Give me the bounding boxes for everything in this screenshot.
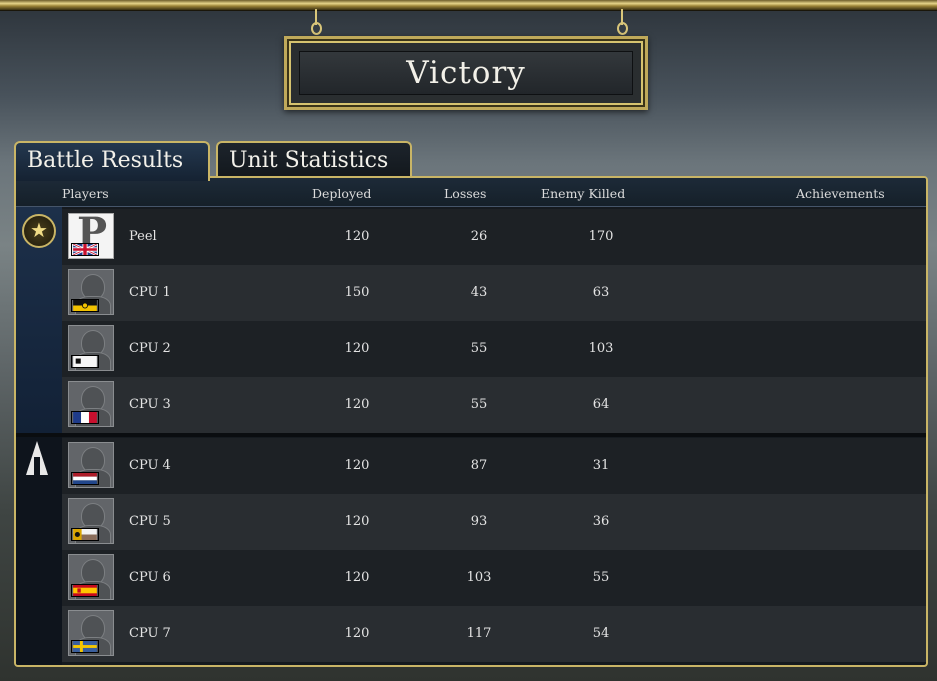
russia-flag-icon xyxy=(71,528,99,541)
player-name: CPU 3 xyxy=(129,397,171,412)
star-emblem-icon: ★ xyxy=(22,214,56,248)
tab-battle-results[interactable]: Battle Results xyxy=(14,141,210,181)
deployed-value: 120 xyxy=(344,341,370,356)
player-avatar xyxy=(68,554,114,600)
banner-hook-right xyxy=(616,9,628,37)
header-players: Players xyxy=(62,186,109,201)
enemy-killed-value: 55 xyxy=(592,570,610,585)
top-rail xyxy=(0,0,937,11)
player-name: Peel xyxy=(129,229,157,244)
player-row-cpu-1[interactable]: CPU 1 150 43 63 xyxy=(62,265,926,321)
team-separator xyxy=(16,433,926,437)
france-flag-icon xyxy=(71,411,99,424)
enemy-killed-value: 103 xyxy=(588,341,614,356)
enemy-killed-value: 63 xyxy=(592,285,610,300)
enemy-killed-value: 31 xyxy=(592,458,610,473)
header-losses: Losses xyxy=(444,186,487,201)
prussia-flag-icon xyxy=(71,355,99,368)
losses-value: 93 xyxy=(470,514,488,529)
losses-value: 103 xyxy=(466,570,492,585)
deployed-value: 120 xyxy=(344,626,370,641)
losses-value: 26 xyxy=(470,229,488,244)
spain-flag-icon xyxy=(71,584,99,597)
enemy-killed-value: 64 xyxy=(592,397,610,412)
enemy-killed-value: 54 xyxy=(592,626,610,641)
player-avatar xyxy=(68,325,114,371)
player-avatar xyxy=(68,269,114,315)
player-avatar xyxy=(68,498,114,544)
player-name: CPU 4 xyxy=(129,458,171,473)
deployed-value: 120 xyxy=(344,397,370,412)
sweden-flag-icon xyxy=(71,640,99,653)
table-header: Players Deployed Losses Enemy Killed Ach… xyxy=(16,178,926,207)
player-avatar xyxy=(68,381,114,427)
banner-hook-left xyxy=(310,9,322,37)
deployed-value: 120 xyxy=(344,458,370,473)
losses-value: 117 xyxy=(466,626,492,641)
player-name: CPU 2 xyxy=(129,341,171,356)
austria-flag-icon xyxy=(71,299,99,312)
tab-unit-statistics[interactable]: Unit Statistics xyxy=(216,141,412,179)
player-avatar xyxy=(68,610,114,656)
header-achievements: Achievements xyxy=(796,186,885,201)
losses-value: 55 xyxy=(470,341,488,356)
team-b-column xyxy=(16,437,62,665)
deployed-value: 120 xyxy=(344,514,370,529)
player-row-cpu-7[interactable]: CPU 7 120 117 54 xyxy=(62,606,926,662)
deployed-value: 120 xyxy=(344,570,370,585)
result-title: Victory xyxy=(299,51,633,95)
header-deployed: Deployed xyxy=(312,186,372,201)
player-row-peel[interactable]: P Peel 120 26 170 xyxy=(62,209,926,265)
player-name: CPU 7 xyxy=(129,626,171,641)
losses-value: 87 xyxy=(470,458,488,473)
player-name: CPU 5 xyxy=(129,514,171,529)
player-avatar: P xyxy=(68,213,114,259)
player-row-cpu-4[interactable]: CPU 4 120 87 31 xyxy=(62,438,926,494)
enemy-killed-value: 36 xyxy=(592,514,610,529)
player-avatar xyxy=(68,442,114,488)
enemy-killed-value: 170 xyxy=(588,229,614,244)
team-a-column: ★ xyxy=(16,207,62,433)
deployed-value: 150 xyxy=(344,285,370,300)
header-enemy-killed: Enemy Killed xyxy=(541,186,626,201)
great-britain-flag-icon xyxy=(71,243,99,256)
losses-value: 43 xyxy=(470,285,488,300)
result-banner: Victory xyxy=(284,36,648,110)
spearhead-emblem-cut xyxy=(34,457,40,477)
player-row-cpu-3[interactable]: CPU 3 120 55 64 xyxy=(62,377,926,433)
player-name: CPU 6 xyxy=(129,570,171,585)
player-row-cpu-5[interactable]: CPU 5 120 93 36 xyxy=(62,494,926,550)
player-name: CPU 1 xyxy=(129,285,171,300)
player-row-cpu-2[interactable]: CPU 2 120 55 103 xyxy=(62,321,926,377)
deployed-value: 120 xyxy=(344,229,370,244)
results-panel: Players Deployed Losses Enemy Killed Ach… xyxy=(14,176,928,667)
netherlands-flag-icon xyxy=(71,472,99,485)
losses-value: 55 xyxy=(470,397,488,412)
player-row-cpu-6[interactable]: CPU 6 120 103 55 xyxy=(62,550,926,606)
